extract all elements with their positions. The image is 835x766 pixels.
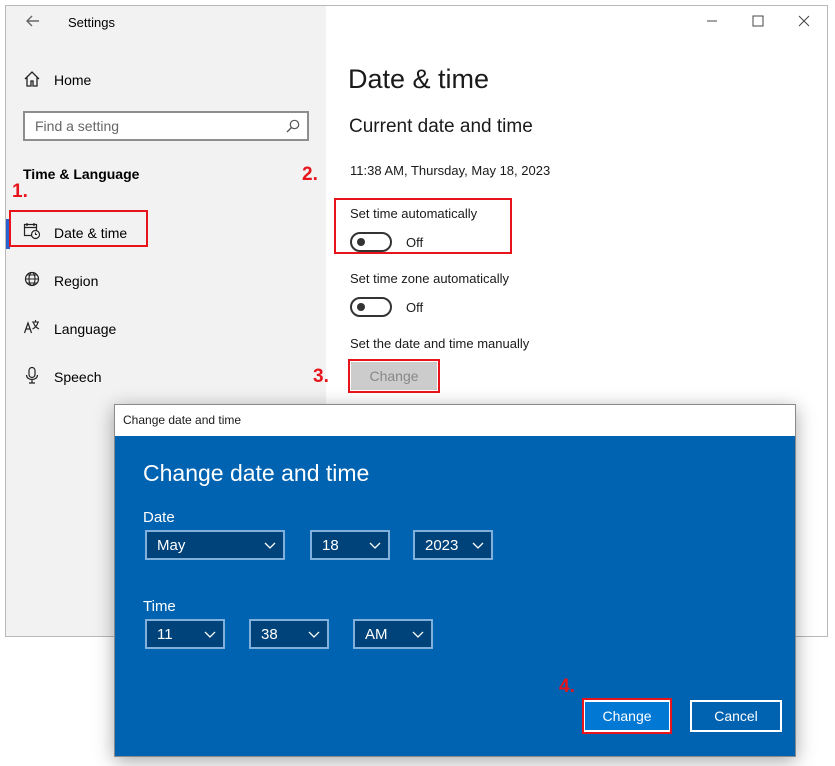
annotation-step3: 3. [313,366,329,387]
month-dropdown[interactable]: May [145,530,285,560]
annotation-box-step4 [582,698,672,734]
dialog-title: Change date and time [123,413,242,427]
language-icon [23,318,45,340]
dropdown-value: May [157,537,186,554]
set-zone-auto-toggle[interactable] [350,297,392,317]
search-input[interactable]: Find a setting [23,111,309,141]
sidebar-item-label: Language [54,321,117,337]
annotation-box-step3 [348,359,440,393]
section-title: Time & Language [23,166,140,182]
date-label: Date [143,509,175,526]
dropdown-value: 11 [157,626,173,643]
annotation-step1: 1. [12,181,28,202]
home-icon [23,70,45,92]
sidebar-item-speech[interactable]: Speech [6,356,326,396]
page-title: Date & time [348,64,490,94]
sidebar-item-label: Home [54,72,92,88]
annotation-box-step1 [9,210,148,247]
sidebar-item-region[interactable]: Region [6,260,326,300]
minute-dropdown[interactable]: 38 [249,619,329,649]
annotation-step2: 2. [302,164,318,185]
back-arrow-icon[interactable] [22,12,44,34]
minimize-icon[interactable] [689,8,735,38]
globe-icon [23,270,45,292]
search-placeholder: Find a setting [35,118,120,134]
dropdown-value: 38 [261,626,278,643]
chevron-down-icon [307,627,321,641]
chevron-down-icon [203,627,217,641]
dialog-titlebar: Change date and time [115,405,795,435]
annotation-box-step2 [334,198,512,254]
dropdown-value: 2023 [425,537,459,554]
chevron-down-icon [368,538,382,552]
set-zone-auto-state: Off [406,300,424,315]
sidebar-item-language[interactable]: Language [6,308,326,348]
dialog-heading: Change date and time [143,460,370,486]
maximize-icon[interactable] [735,8,781,38]
dropdown-value: AM [365,626,388,643]
dialog-cancel-button[interactable]: Cancel [690,700,782,732]
chevron-down-icon [471,538,485,552]
set-zone-auto-label: Set time zone automatically [350,271,509,286]
microphone-icon [23,366,45,388]
section-heading: Current date and time [349,116,533,137]
chevron-down-icon [411,627,425,641]
close-icon[interactable] [781,8,827,38]
chevron-down-icon [263,538,277,552]
toggle-knob [357,303,365,311]
ampm-dropdown[interactable]: AM [353,619,433,649]
dropdown-value: 18 [322,537,339,554]
year-dropdown[interactable]: 2023 [413,530,493,560]
window-title: Settings [68,15,115,30]
dialog-body: Change date and time Date May 18 2023 Ti… [115,436,795,756]
sidebar-item-label: Speech [54,369,102,385]
current-datetime: 11:38 AM, Thursday, May 18, 2023 [350,163,551,178]
annotation-step4: 4. [559,676,575,697]
sidebar-item-home[interactable]: Home [6,60,326,100]
day-dropdown[interactable]: 18 [310,530,390,560]
time-label: Time [143,598,176,615]
change-datetime-dialog: Change date and time Change date and tim… [114,404,796,757]
manual-label: Set the date and time manually [350,336,530,351]
hour-dropdown[interactable]: 11 [145,619,225,649]
sidebar-item-label: Region [54,273,99,289]
search-icon[interactable] [285,118,301,134]
